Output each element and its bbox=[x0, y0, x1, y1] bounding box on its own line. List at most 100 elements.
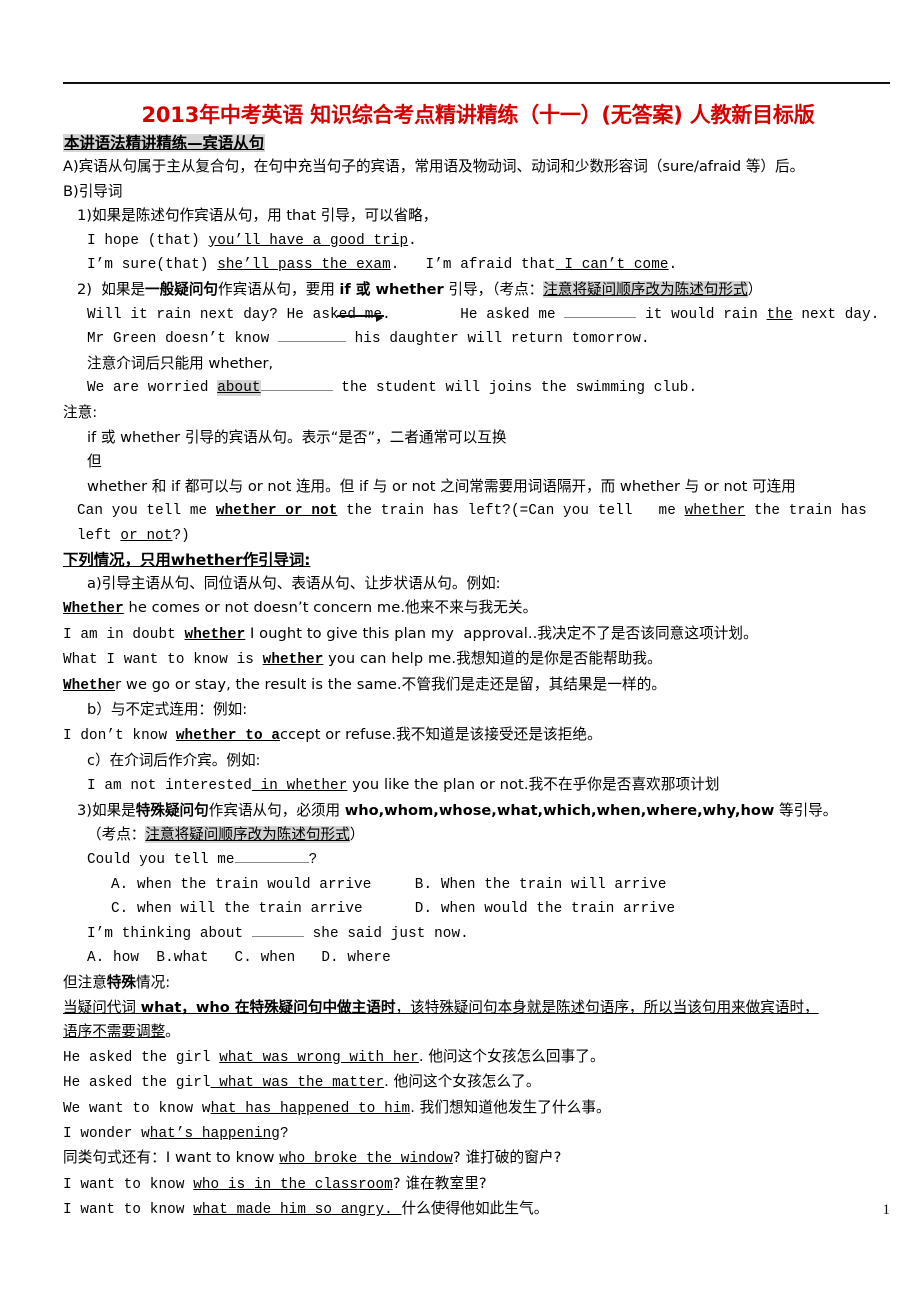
answer-blank[interactable] bbox=[251, 935, 304, 937]
special-example-2-underline: what was the matter bbox=[210, 1075, 385, 1092]
question-1: Will it rain next day? He asked me. He a… bbox=[63, 303, 893, 328]
mcq-1-options-row-2: C. when will the train arrive D. when wo… bbox=[63, 897, 893, 922]
example-1-underlined: you’ll have a good trip bbox=[208, 232, 409, 249]
special-example-2: He asked the girl what was the matter. 他… bbox=[63, 1070, 893, 1096]
question-2-a: Mr Green doesn’t know bbox=[87, 331, 278, 348]
special-example-5-a: 同类句式还有：I want to know bbox=[63, 1149, 280, 1167]
special-line-1-a: 当疑问代词 bbox=[63, 998, 141, 1016]
mcq-2-options[interactable]: A. how B.what C. when D. where bbox=[63, 946, 893, 971]
note-4-underline-2: or not bbox=[120, 527, 173, 544]
special-case-line-1: 当疑问代词 what，who 在特殊疑问句中做主语时，该特殊疑问句本身就是陈述句… bbox=[63, 996, 893, 1021]
item-2: 2) 如果是一般疑问句作宾语从句，要用 if 或 whether 引导，（考点：… bbox=[63, 278, 893, 303]
item-3-kaodian-post: ） bbox=[349, 826, 365, 844]
special-example-3: We want to know what has happened to him… bbox=[63, 1096, 893, 1122]
whether-example-4: Whether we go or stay, the result is the… bbox=[63, 673, 893, 699]
note-4-d: ?) bbox=[172, 527, 190, 544]
special-example-4-a: I wonder w bbox=[63, 1125, 150, 1142]
item-3-kaodian: （考点：注意将疑问顺序改为陈述句形式） bbox=[63, 823, 893, 848]
note-3: whether 和 if 都可以与 or not 连用。但 if 与 or no… bbox=[87, 477, 796, 495]
whether-heading-text: 下列情况，只用whether作引导词: bbox=[63, 550, 311, 569]
special-example-1: He asked the girl what was wrong with he… bbox=[63, 1045, 893, 1071]
whether-example-6-b: you like the plan or not.我不在乎你是否喜欢那项计划 bbox=[347, 776, 720, 794]
special-example-7-a: I want to know bbox=[63, 1202, 194, 1219]
whether-example-5: I don’t know whether to accept or refuse… bbox=[63, 723, 893, 749]
special-case-bold: 特殊 bbox=[106, 974, 136, 991]
answer-blank[interactable] bbox=[277, 341, 346, 343]
special-example-5: 同类句式还有：I want to know who broke the wind… bbox=[63, 1146, 893, 1172]
whether-example-3-c: you can help me.我想知道的是你是否能帮助我。 bbox=[323, 650, 662, 668]
answer-blank[interactable] bbox=[260, 390, 333, 392]
special-example-1-underline: what was wrong with her bbox=[219, 1049, 419, 1066]
whether-example-5-a: I don’t know bbox=[63, 728, 176, 745]
item-3-kaodian-pre: （考点： bbox=[87, 826, 146, 844]
example-2-mid: . I’m afraid that bbox=[390, 257, 556, 274]
question-1-a: Will it rain next day? He ask bbox=[87, 306, 339, 323]
note-1: if 或 whether 引导的宾语从句。表示“是否”，二者通常可以互换 bbox=[87, 428, 507, 446]
note-4-bold: whether or not bbox=[215, 503, 338, 520]
whether-example-2: I am in doubt whether I ought to give th… bbox=[63, 622, 893, 648]
whether-example-3-word: whether bbox=[262, 652, 324, 669]
mcq-1-option-a[interactable]: A. when the train would arrive bbox=[111, 877, 371, 893]
mcq-1-option-c[interactable]: C. when will the train arrive bbox=[111, 901, 363, 917]
example-2-underlined-2: I can’t come bbox=[555, 257, 669, 274]
note-4-underline-1: whether bbox=[684, 503, 746, 520]
special-example-7-end: 什么使得他如此生气。 bbox=[401, 1200, 549, 1218]
note-4-example: Can you tell me whether or not the train… bbox=[63, 499, 893, 548]
special-example-1-a: He asked the girl bbox=[63, 1049, 220, 1066]
paragraph-a: A)宾语从句属于主从复合句，在句中充当句子的宾语，常用语及物动词、动词和少数形容… bbox=[63, 158, 805, 175]
special-line-2-end: 。 bbox=[165, 1023, 180, 1041]
question-1-c: He asked me bbox=[460, 306, 565, 323]
note-2: 但 bbox=[87, 453, 102, 471]
whether-example-4-word: Whethe bbox=[63, 677, 116, 694]
special-example-6-end: ? 谁在教室里? bbox=[392, 1174, 487, 1192]
mcq-1-option-d[interactable]: D. when would the train arrive bbox=[415, 901, 675, 917]
special-example-4-end: ? bbox=[280, 1125, 289, 1142]
special-example-4: I wonder what’s happening? bbox=[63, 1122, 893, 1147]
item-3-post: 等引导。 bbox=[774, 801, 838, 819]
answer-blank[interactable] bbox=[234, 862, 309, 864]
whether-example-6: I am not interested in whether you like … bbox=[63, 773, 893, 799]
note-4-a: Can you tell me bbox=[77, 503, 216, 520]
special-example-1-end: . 他问这个女孩怎么回事了。 bbox=[418, 1047, 605, 1065]
whether-example-2-a: I am in doubt bbox=[63, 626, 185, 643]
document-page: 2013年中考英语 知识综合考点精讲精练（十一）(无答案) 人教新目标版 本讲语… bbox=[0, 0, 920, 1302]
special-case-pre: 但注意 bbox=[63, 974, 107, 991]
item-2-kaodian-highlight: 注意将疑问顺序改为陈述句形式 bbox=[543, 280, 748, 298]
special-line-2-underline: 语序不需要调整 bbox=[63, 1023, 166, 1041]
item-1-text: 1)如果是陈述句作宾语从句，用 that 引导，可以省略， bbox=[77, 207, 438, 225]
mcq-1-stem-b: ? bbox=[308, 852, 318, 869]
note-label: 注意: bbox=[63, 403, 98, 421]
special-line-1-c: ，该特殊疑问句本身就是陈述句语序，所以当该句用来做宾语时， bbox=[395, 998, 819, 1016]
special-case-post: 情况: bbox=[136, 974, 171, 991]
whether-case-b: b）与不定式连用：例如: bbox=[87, 701, 248, 719]
whether-example-2-c: I ought to give this plan my approval..我… bbox=[245, 624, 758, 642]
special-example-2-a: He asked the girl bbox=[63, 1075, 211, 1092]
item-2-post: 引导，（考点： bbox=[443, 280, 544, 298]
special-example-6-underline: who is in the classroom bbox=[193, 1176, 393, 1193]
example-2-underlined-1: she’ll pass the exam bbox=[217, 257, 391, 274]
item-2-end: ） bbox=[747, 280, 763, 298]
mcq-1-option-b[interactable]: B. When the train will arrive bbox=[415, 877, 667, 893]
mcq-2-stem-a: I’m thinking about bbox=[87, 925, 252, 942]
item-2-bold-1: 一般疑问句 bbox=[145, 280, 219, 298]
item-2-mid: 作宾语从句，要用 bbox=[218, 280, 340, 298]
item-3-mid: 作宾语从句，必须用 bbox=[208, 801, 345, 819]
whether-example-6-a: I am not interested bbox=[87, 778, 252, 795]
question-3-about: about bbox=[217, 380, 261, 397]
special-example-6-a: I want to know bbox=[63, 1176, 194, 1193]
section-heading: 本讲语法精讲精练—宾语从句 bbox=[63, 132, 893, 155]
special-example-3-end: . 我们想知道他发生了什么事。 bbox=[410, 1098, 611, 1116]
note-preposition: 注意介词后只能用 whether, bbox=[87, 354, 274, 372]
document-content: 2013年中考英语 知识综合考点精讲精练（十一）(无答案) 人教新目标版 本讲语… bbox=[63, 100, 893, 1223]
whether-example-3-a: What I want to know is bbox=[63, 652, 263, 669]
answer-blank[interactable] bbox=[564, 316, 637, 318]
special-example-3-underline: hat has happened to him bbox=[210, 1100, 411, 1117]
item-3-bold-1: 特殊疑问句 bbox=[135, 801, 209, 819]
mcq-2-stem-b: she said just now. bbox=[303, 925, 469, 942]
example-2-end: . bbox=[668, 257, 678, 274]
special-example-7: I want to know what made him so angry. 什… bbox=[63, 1197, 893, 1223]
special-example-2-end: . 他问这个女孩怎么了。 bbox=[384, 1073, 541, 1091]
mcq-1-options-row-1: A. when the train would arrive B. When t… bbox=[63, 873, 893, 898]
special-line-1-bold: what，who 在特殊疑问句中做主语时 bbox=[140, 998, 396, 1016]
question-2-b: his daughter will return tomorrow. bbox=[345, 331, 650, 348]
